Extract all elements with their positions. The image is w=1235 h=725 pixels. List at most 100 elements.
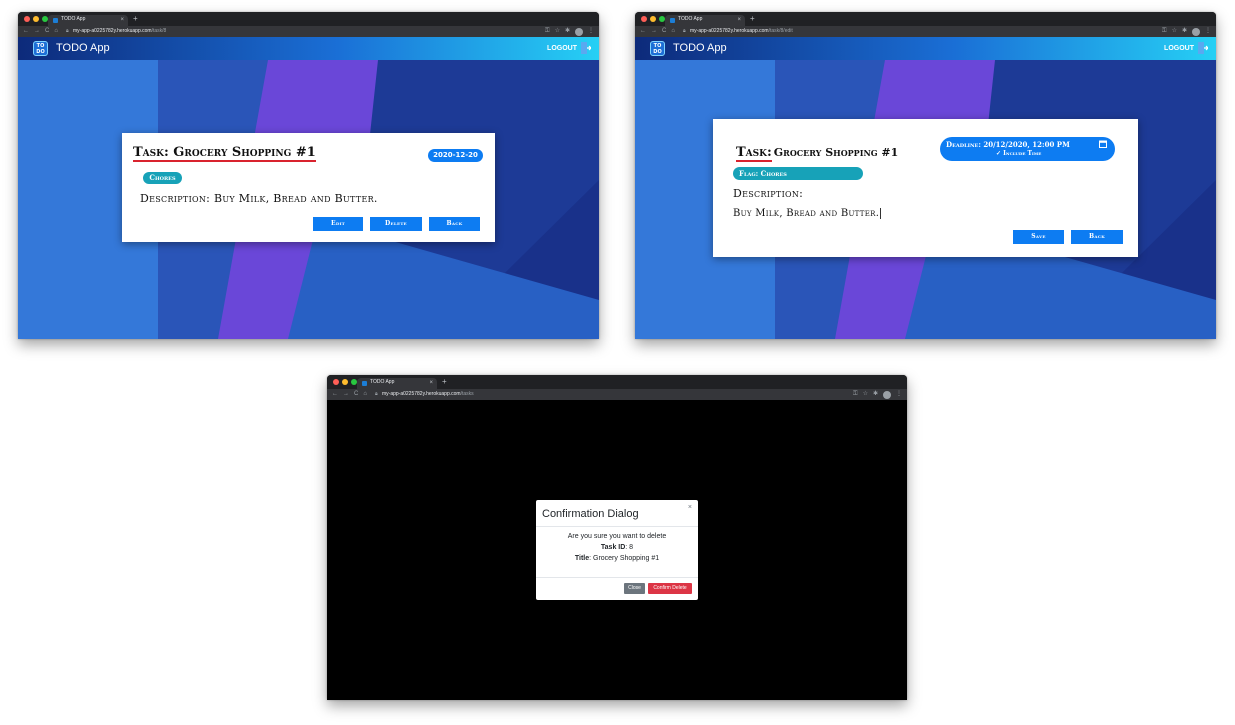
key-icon[interactable]: ⚿ — [1162, 27, 1167, 36]
task-description: Description: Buy Milk, Bread and Butter. — [140, 192, 378, 205]
logout-link[interactable]: LOGOUT — [1164, 44, 1194, 53]
profile-avatar[interactable] — [575, 27, 583, 36]
reload-icon[interactable]: C — [662, 27, 666, 36]
description-label: Description: — [733, 187, 804, 200]
star-icon[interactable]: ☆ — [1172, 27, 1177, 36]
tab-title: TODO App — [678, 16, 703, 22]
profile-avatar[interactable] — [883, 390, 891, 399]
task-name-input[interactable]: Grocery Shopping #1 — [774, 146, 899, 159]
menu-icon[interactable]: ⋮ — [1205, 27, 1211, 36]
dialog-task-title: Title: Grocery Shopping #1 — [574, 555, 660, 562]
favicon-icon — [362, 381, 367, 386]
forward-icon[interactable]: → — [651, 27, 657, 36]
home-icon[interactable]: ⌂ — [671, 27, 675, 36]
reload-icon[interactable]: C — [354, 390, 358, 399]
reload-icon[interactable]: C — [45, 27, 49, 36]
address-bar[interactable]: my-app-a0225782y.herokuapp.com/tasks — [382, 391, 474, 398]
delete-button[interactable]: Delete — [370, 217, 422, 231]
back-icon[interactable]: ← — [332, 390, 338, 399]
dialog-divider — [536, 526, 698, 527]
task-name-field[interactable]: Task: Grocery Shopping #1 — [736, 141, 899, 162]
back-button[interactable]: Back — [429, 217, 480, 231]
todo-logo[interactable]: TO DO — [650, 41, 665, 56]
tab-close-icon[interactable]: × — [737, 15, 741, 25]
browser-tab[interactable]: TODO App × — [357, 378, 437, 389]
window-controls[interactable] — [641, 16, 665, 22]
browser-toolbar: ← → C ⌂ 🔒︎ my-app-a0225782y.herokuapp.com/t… — [635, 26, 1216, 37]
browser-tabbar: TODO App × + — [18, 12, 599, 26]
back-icon[interactable]: ← — [640, 27, 646, 36]
close-icon[interactable]: × — [688, 504, 692, 511]
tab-close-icon[interactable]: × — [120, 15, 124, 25]
browser-toolbar: ← → C ⌂ 🔒︎ my-app-a0225782y.herokuapp.com/t… — [327, 389, 907, 400]
description-input[interactable]: Buy Milk, Bread and Butter.​ — [733, 208, 882, 219]
tab-title: TODO App — [370, 379, 395, 385]
close-button[interactable]: Close — [624, 583, 645, 594]
logout-icon[interactable] — [1198, 42, 1208, 54]
include-time-toggle[interactable]: ✓ Include Time — [996, 150, 1041, 157]
dialog-task-id: Task ID: 8 — [600, 544, 634, 551]
screenshot-view-task: TODO App × + ← → C ⌂ 🔒︎ my-app-a0225782y.he… — [18, 12, 599, 339]
favicon-icon — [53, 18, 58, 23]
extensions-icon[interactable]: ✱ — [565, 27, 570, 36]
lock-icon: 🔒︎ — [375, 391, 378, 397]
menu-icon[interactable]: ⋮ — [588, 27, 594, 36]
dialog-prompt: Are you sure you want to delete — [567, 533, 667, 540]
address-bar[interactable]: my-app-a0225782y.herokuapp.com/task/8 — [73, 28, 166, 35]
task-label: Task: — [736, 145, 772, 162]
confirmation-dialog: Confirmation Dialog × Are you sure you w… — [536, 500, 698, 600]
back-button[interactable]: Back — [1071, 230, 1123, 244]
browser-tabbar: TODO App × + — [327, 375, 907, 389]
dialog-title: Confirmation Dialog — [542, 508, 639, 520]
window-controls[interactable] — [24, 16, 48, 22]
favicon-icon — [670, 18, 675, 23]
flag-badge: Chores — [143, 172, 182, 184]
flag-select[interactable]: Flag: Chores — [733, 167, 863, 180]
app-navbar: TO DO TODO App LOGOUT — [635, 37, 1216, 60]
forward-icon[interactable]: → — [343, 390, 349, 399]
star-icon[interactable]: ☆ — [863, 390, 868, 399]
logout-icon[interactable] — [581, 42, 591, 54]
profile-avatar[interactable] — [1192, 27, 1200, 36]
extensions-icon[interactable]: ✱ — [873, 390, 878, 399]
deadline-picker[interactable]: Deadline: 20/12/2020, 12:00 PM ✓ Include… — [940, 137, 1115, 161]
key-icon[interactable]: ⚿ — [853, 390, 858, 399]
key-icon[interactable]: ⚿ — [545, 27, 550, 36]
new-tab-icon[interactable]: + — [133, 14, 138, 24]
lock-icon: 🔒︎ — [66, 28, 69, 34]
tab-title: TODO App — [61, 16, 86, 22]
save-button[interactable]: Save — [1013, 230, 1064, 244]
forward-icon[interactable]: → — [34, 27, 40, 36]
browser-tab[interactable]: TODO App × — [48, 15, 128, 26]
task-card: Task: Grocery Shopping #1 2020-12-20 Cho… — [122, 133, 495, 242]
todo-logo[interactable]: TO DO — [33, 41, 48, 56]
home-icon[interactable]: ⌂ — [363, 390, 367, 399]
tab-close-icon[interactable]: × — [429, 378, 433, 388]
window-controls[interactable] — [333, 379, 357, 385]
menu-icon[interactable]: ⋮ — [896, 390, 902, 399]
browser-tab[interactable]: TODO App × — [665, 15, 745, 26]
dialog-divider — [536, 577, 698, 578]
address-bar[interactable]: my-app-a0225782y.herokuapp.com/task/8/ed… — [690, 28, 793, 35]
edit-task-card: Task: Grocery Shopping #1 Deadline: 20/12… — [713, 119, 1138, 257]
back-icon[interactable]: ← — [23, 27, 29, 36]
brand-title[interactable]: TODO App — [673, 41, 727, 55]
deadline-value[interactable]: Deadline: 20/12/2020, 12:00 PM — [946, 140, 1070, 149]
browser-tabbar: TODO App × + — [635, 12, 1216, 26]
extensions-icon[interactable]: ✱ — [1182, 27, 1187, 36]
screenshot-edit-task: TODO App × + ← → C ⌂ 🔒︎ my-app-a0225782y.he… — [635, 12, 1216, 339]
lock-icon: 🔒︎ — [683, 28, 686, 34]
app-navbar: TO DO TODO App LOGOUT — [18, 37, 599, 60]
new-tab-icon[interactable]: + — [442, 377, 447, 387]
new-tab-icon[interactable]: + — [750, 14, 755, 24]
logout-link[interactable]: LOGOUT — [547, 44, 577, 53]
home-icon[interactable]: ⌂ — [54, 27, 58, 36]
task-title: Task: Grocery Shopping #1 — [133, 145, 316, 162]
star-icon[interactable]: ☆ — [555, 27, 560, 36]
screenshot-delete-confirmation: TODO App × + ← → C ⌂ 🔒︎ my-app-a0225782y.he… — [327, 375, 907, 700]
calendar-icon[interactable] — [1099, 140, 1107, 148]
brand-title[interactable]: TODO App — [56, 41, 110, 55]
deadline-badge: 2020-12-20 — [428, 149, 483, 162]
edit-button[interactable]: Edit — [313, 217, 363, 231]
confirm-delete-button[interactable]: Confirm Delete — [648, 583, 692, 594]
